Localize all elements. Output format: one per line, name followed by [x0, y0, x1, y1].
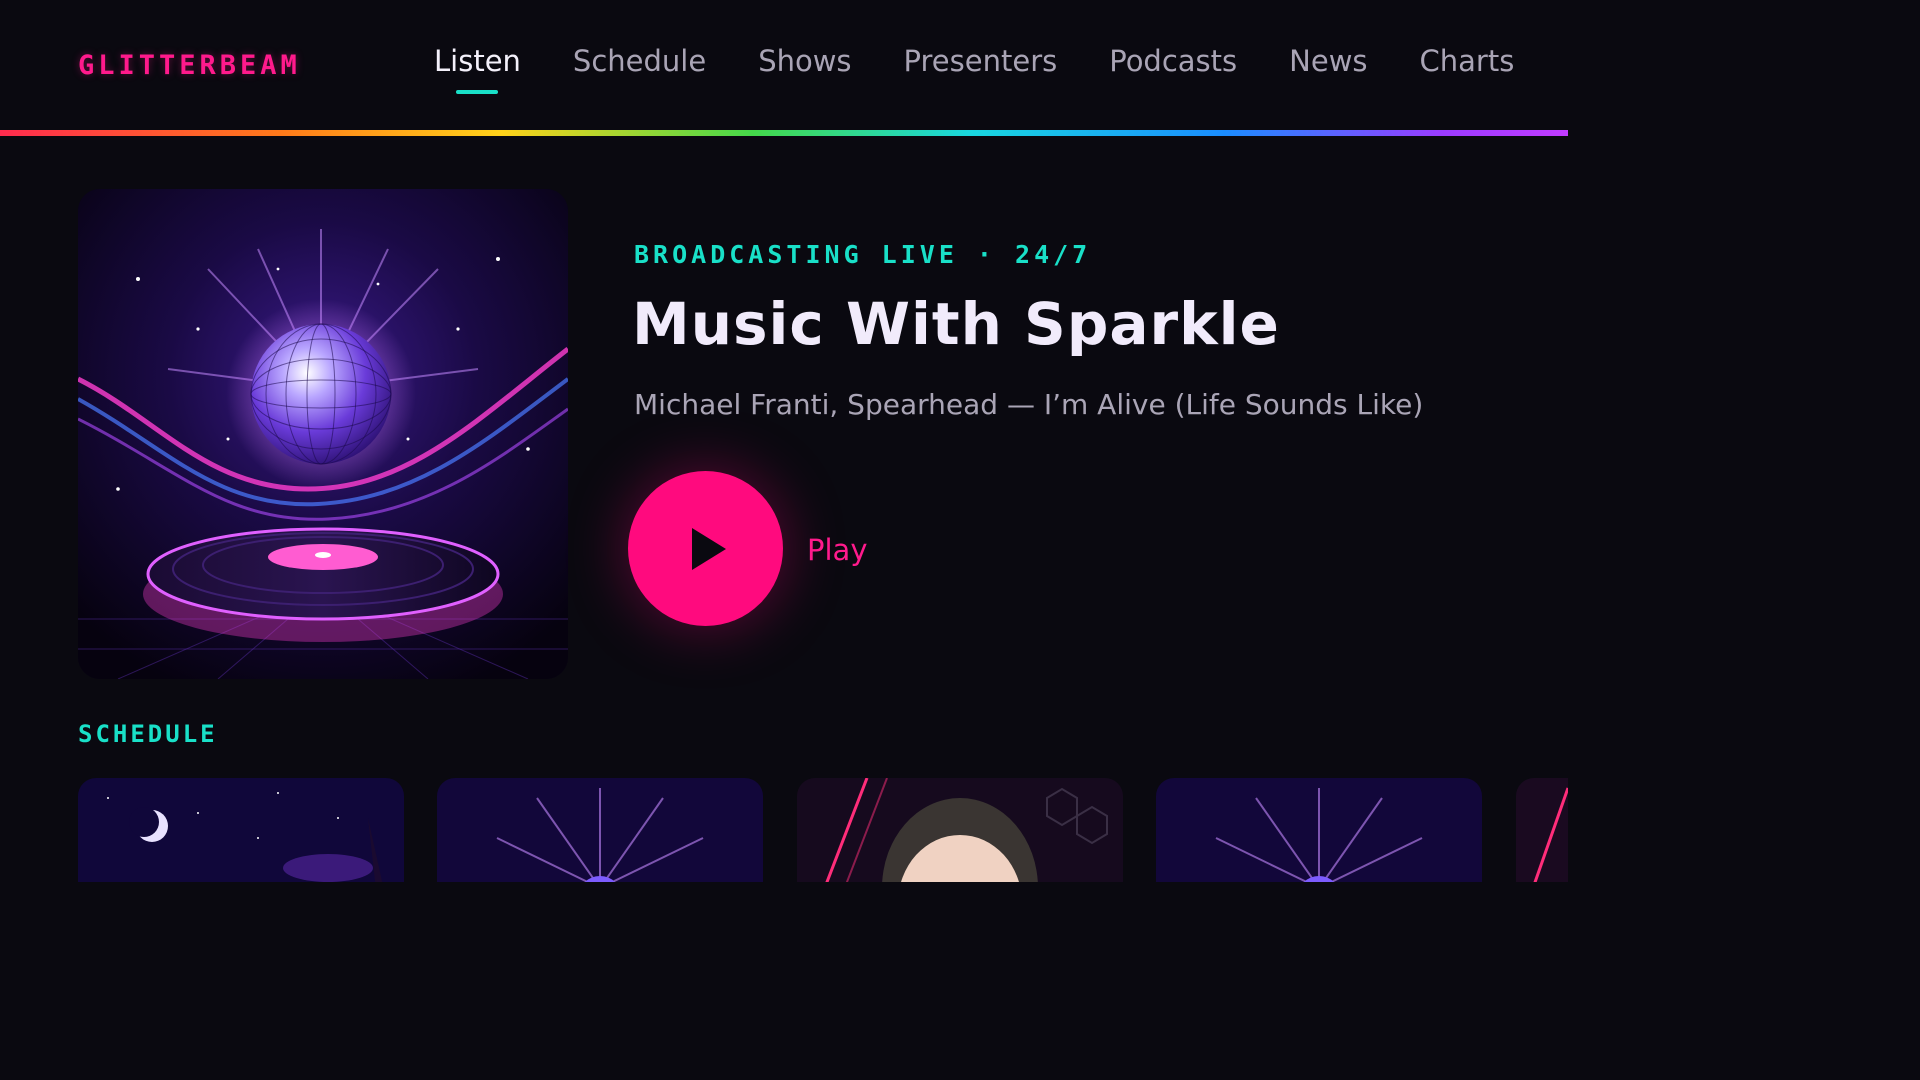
rainbow-divider	[0, 130, 1568, 136]
live-status: BROADCASTING LIVE · 24/7	[634, 240, 1092, 269]
schedule-card[interactable]	[78, 778, 404, 882]
schedule-card[interactable]	[1516, 778, 1568, 882]
schedule-card[interactable]	[437, 778, 763, 882]
show-title: Music With Sparkle	[632, 290, 1280, 358]
nav-podcasts[interactable]: Podcasts	[1109, 44, 1237, 78]
brand-logo[interactable]: GLITTERBEAM	[78, 50, 301, 81]
nav-schedule[interactable]: Schedule	[573, 44, 706, 78]
page: GLITTERBEAM Listen Schedule Shows Presenter…	[0, 0, 1568, 882]
schedule-heading: SCHEDULE	[78, 720, 218, 748]
nav-shows[interactable]: Shows	[758, 44, 851, 78]
play-label[interactable]: Play	[807, 533, 867, 567]
nav-charts[interactable]: Charts	[1420, 44, 1515, 78]
now-playing-artwork	[78, 189, 568, 679]
nav-listen[interactable]: Listen	[434, 44, 521, 78]
nav-presenters[interactable]: Presenters	[904, 44, 1058, 78]
now-playing-track: Michael Franti, Spearhead — I’m Alive (L…	[634, 388, 1424, 421]
schedule-card[interactable]	[797, 778, 1123, 882]
play-icon	[692, 528, 726, 570]
play-button[interactable]	[628, 471, 783, 626]
main-nav: Listen Schedule Shows Presenters Podcasts New…	[434, 44, 1566, 78]
schedule-card[interactable]	[1156, 778, 1482, 882]
nav-news[interactable]: News	[1289, 44, 1367, 78]
top-navigation: GLITTERBEAM Listen Schedule Shows Presenter…	[0, 0, 1568, 132]
